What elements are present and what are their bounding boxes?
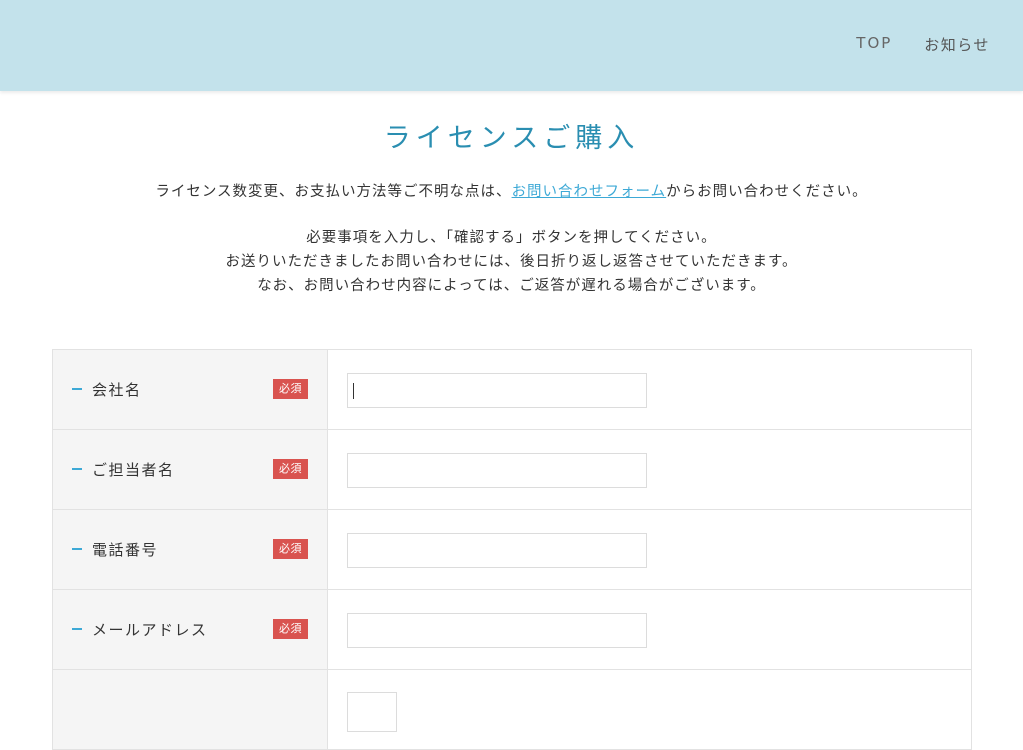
nav-news-link[interactable]: お知らせ [924, 34, 990, 55]
form-label-cell: ご担当者名 必須 [53, 430, 328, 509]
form-row-company: 会社名 必須 [53, 350, 971, 430]
form-field-cell [328, 350, 971, 429]
form-field-cell [328, 670, 971, 749]
company-label: 会社名 [92, 381, 142, 399]
dash-icon [72, 548, 82, 550]
required-badge: 必須 [273, 619, 308, 639]
contact-person-label: ご担当者名 [92, 461, 175, 479]
instruction-line: お送りいただきましたお問い合わせには、後日折り返し返答させていただきます。 [225, 254, 798, 270]
form-label-cell: メールアドレス 必須 [53, 590, 328, 669]
form-row-email: メールアドレス 必須 [53, 590, 971, 670]
intro-text-after: からお問い合わせください。 [666, 184, 868, 200]
company-input[interactable] [347, 373, 647, 408]
required-badge: 必須 [273, 459, 308, 479]
dash-icon [72, 388, 82, 390]
contact-form: 会社名 必須 ご担当者名 必須 電話番号 必須 メールアドレス 必須 [52, 349, 972, 750]
phone-label: 電話番号 [92, 541, 159, 559]
dash-icon [72, 628, 82, 630]
email-input[interactable] [347, 613, 647, 648]
text-caret [353, 383, 354, 399]
instructions: 必要事項を入力し、「確認する」ボタンを押してください。 お送りいただきましたお問… [0, 226, 1023, 298]
form-field-cell [328, 590, 971, 669]
instruction-line: 必要事項を入力し、「確認する」ボタンを押してください。 [306, 230, 717, 246]
phone-input[interactable] [347, 533, 647, 568]
form-label-cell [53, 670, 328, 749]
dash-icon [72, 468, 82, 470]
intro-text-before: ライセンス数変更、お支払い方法等ご不明な点は、 [155, 184, 512, 200]
form-row-contact-person: ご担当者名 必須 [53, 430, 971, 510]
required-badge: 必須 [273, 539, 308, 559]
form-label-cell: 電話番号 必須 [53, 510, 328, 589]
page-title: ライセンスご購入 [383, 123, 640, 154]
form-field-cell [328, 510, 971, 589]
form-field-cell [328, 430, 971, 509]
instruction-line: なお、お問い合わせ内容によっては、ご返答が遅れる場合がございます。 [257, 278, 766, 294]
form-label-cell: 会社名 必須 [53, 350, 328, 429]
contact-form-link[interactable]: お問い合わせフォーム [512, 184, 667, 200]
nav-top-link[interactable]: TOP [856, 34, 892, 55]
header-nav: TOP お知らせ [856, 34, 990, 55]
site-header: TOP お知らせ [0, 0, 1023, 91]
form-row-phone: 電話番号 必須 [53, 510, 971, 590]
partial-input[interactable] [347, 692, 397, 732]
intro-text: ライセンス数変更、お支払い方法等ご不明な点は、お問い合わせフォームからお問い合わ… [0, 180, 1023, 201]
email-label: メールアドレス [92, 621, 208, 639]
contact-person-input[interactable] [347, 453, 647, 488]
form-row-partial [53, 670, 971, 750]
required-badge: 必須 [273, 379, 308, 399]
